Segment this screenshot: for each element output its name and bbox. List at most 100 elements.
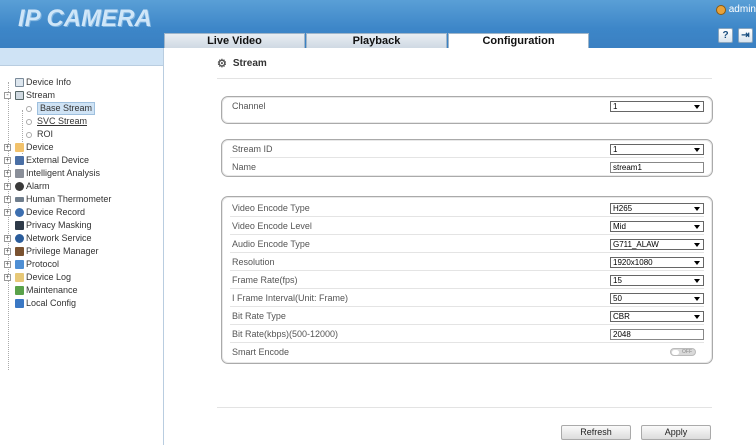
- main-tabs: Live Video Playback Configuration: [164, 33, 590, 48]
- stream-id-value: 1: [613, 145, 618, 154]
- user-info[interactable]: admin: [715, 4, 756, 15]
- sidebar-item-alarm[interactable]: + Alarm: [0, 180, 164, 193]
- frame-rate-row: Frame Rate(fps) 15: [230, 271, 704, 289]
- smart-encode-row: Smart Encode OFF: [230, 343, 704, 361]
- users-icon: [15, 247, 24, 256]
- expand-icon[interactable]: +: [4, 235, 11, 242]
- expand-icon[interactable]: +: [4, 157, 11, 164]
- sidebar-item-privilege-manager[interactable]: + Privilege Manager: [0, 245, 164, 258]
- refresh-button[interactable]: Refresh: [561, 425, 631, 440]
- sidebar-item-device-record[interactable]: + Device Record: [0, 206, 164, 219]
- sidebar-item-label: Human Thermometer: [26, 194, 112, 204]
- expand-icon[interactable]: +: [4, 170, 11, 177]
- collapse-icon[interactable]: -: [4, 92, 11, 99]
- sidebar-item-device-log[interactable]: + Device Log: [0, 271, 164, 284]
- sidebar: Device Info - Stream Base Stream SVC Str…: [0, 48, 164, 445]
- channel-group: Channel 1: [221, 96, 713, 124]
- stream-id-row: Stream ID 1: [230, 140, 704, 158]
- resolution-select[interactable]: 1920x1080: [610, 257, 704, 268]
- name-input[interactable]: stream1: [610, 162, 704, 173]
- tab-configuration[interactable]: Configuration: [448, 33, 589, 48]
- sidebar-item-label: SVC Stream: [37, 116, 88, 126]
- user-name: admin: [728, 4, 756, 15]
- bit-rate-row: Bit Rate(kbps)(500-12000) 2048: [230, 325, 704, 343]
- main-panel: ⚙ Stream Channel 1 Stream ID 1 Name stre…: [165, 48, 756, 445]
- sidebar-item-label: Privilege Manager: [26, 246, 99, 256]
- sidebar-item-device-info[interactable]: Device Info: [0, 76, 164, 89]
- help-button[interactable]: ?: [718, 28, 733, 43]
- setting-value: G711_ALAW: [613, 240, 659, 249]
- sidebar-item-intelligent-analysis[interactable]: + Intelligent Analysis: [0, 167, 164, 180]
- mask-icon: [15, 221, 24, 230]
- dropdown-arrow-icon: [694, 261, 700, 265]
- tab-playback[interactable]: Playback: [306, 33, 447, 48]
- protocol-icon: [15, 260, 24, 269]
- expand-icon[interactable]: +: [4, 248, 11, 255]
- channel-select[interactable]: 1: [610, 101, 704, 112]
- sidebar-item-local-config[interactable]: Local Config: [0, 297, 164, 310]
- stream-id-group: Stream ID 1 Name stream1: [221, 139, 713, 177]
- channel-label: Channel: [232, 101, 266, 111]
- setting-label: Audio Encode Type: [232, 239, 310, 249]
- setting-value: CBR: [613, 312, 630, 321]
- sidebar-item-label: Alarm: [26, 181, 50, 191]
- app-logo: IP CAMERA: [18, 5, 152, 32]
- bullet-icon: [26, 106, 32, 112]
- sidebar-item-label: Device: [26, 142, 54, 152]
- frame-rate-select[interactable]: 15: [610, 275, 704, 286]
- expand-icon[interactable]: +: [4, 183, 11, 190]
- sidebar-item-device[interactable]: + Device: [0, 141, 164, 154]
- setting-value: 1920x1080: [613, 258, 653, 267]
- sidebar-item-label: Base Stream: [37, 102, 96, 115]
- sidebar-item-label: Intelligent Analysis: [26, 168, 101, 178]
- sidebar-item-maintenance[interactable]: Maintenance: [0, 284, 164, 297]
- stream-icon: [15, 91, 24, 100]
- video-encode-level-select[interactable]: Mid: [610, 221, 704, 232]
- expand-icon[interactable]: +: [4, 209, 11, 216]
- name-label: Name: [232, 162, 257, 172]
- local-config-icon: [15, 299, 24, 308]
- i-frame-interval-select[interactable]: 50: [610, 293, 704, 304]
- expand-icon[interactable]: +: [4, 196, 11, 203]
- video-encode-type-select[interactable]: H265: [610, 203, 704, 214]
- sidebar-item-roi[interactable]: ROI: [0, 128, 164, 141]
- dropdown-arrow-icon: [694, 148, 700, 152]
- apply-button[interactable]: Apply: [641, 425, 711, 440]
- sidebar-item-human-thermometer[interactable]: + Human Thermometer: [0, 193, 164, 206]
- expand-icon[interactable]: +: [4, 274, 11, 281]
- dropdown-arrow-icon: [694, 225, 700, 229]
- setting-value: H265: [613, 204, 633, 213]
- plug-icon: [15, 156, 24, 165]
- sidebar-item-privacy-masking[interactable]: Privacy Masking: [0, 219, 164, 232]
- expand-icon[interactable]: +: [4, 261, 11, 268]
- page-title-text: Stream: [232, 58, 267, 69]
- sidebar-item-protocol[interactable]: + Protocol: [0, 258, 164, 271]
- bit-rate-type-select[interactable]: CBR: [610, 311, 704, 322]
- audio-encode-type-select[interactable]: G711_ALAW: [610, 239, 704, 250]
- tab-live-video[interactable]: Live Video: [164, 33, 305, 48]
- setting-label: Resolution: [232, 257, 275, 267]
- stream-id-select[interactable]: 1: [610, 144, 704, 155]
- encode-settings-group: Video Encode Type H265 Video Encode Leve…: [221, 196, 713, 364]
- sidebar-item-label: Stream: [26, 90, 56, 100]
- smart-encode-toggle[interactable]: OFF: [670, 348, 696, 356]
- bullet-icon: [26, 132, 32, 138]
- alarm-icon: [15, 182, 24, 191]
- bit-rate-type-row: Bit Rate Type CBR: [230, 307, 704, 325]
- log-icon: [15, 273, 24, 282]
- expand-icon[interactable]: +: [4, 144, 11, 151]
- bit-rate-input[interactable]: 2048: [610, 329, 704, 340]
- divider: [217, 407, 712, 408]
- sidebar-item-base-stream[interactable]: Base Stream: [0, 102, 164, 115]
- stream-id-label: Stream ID: [232, 144, 273, 154]
- resolution-row: Resolution 1920x1080: [230, 253, 704, 271]
- sidebar-item-external-device[interactable]: + External Device: [0, 154, 164, 167]
- maintenance-icon: [15, 286, 24, 295]
- setting-label: Bit Rate(kbps)(500-12000): [232, 329, 339, 339]
- sidebar-item-stream[interactable]: - Stream: [0, 89, 164, 102]
- stream-gear-icon: ⚙: [217, 58, 227, 70]
- sidebar-item-network-service[interactable]: + Network Service: [0, 232, 164, 245]
- logout-button[interactable]: ⇥: [738, 28, 753, 43]
- sidebar-item-svc-stream[interactable]: SVC Stream: [0, 115, 164, 128]
- dropdown-arrow-icon: [694, 315, 700, 319]
